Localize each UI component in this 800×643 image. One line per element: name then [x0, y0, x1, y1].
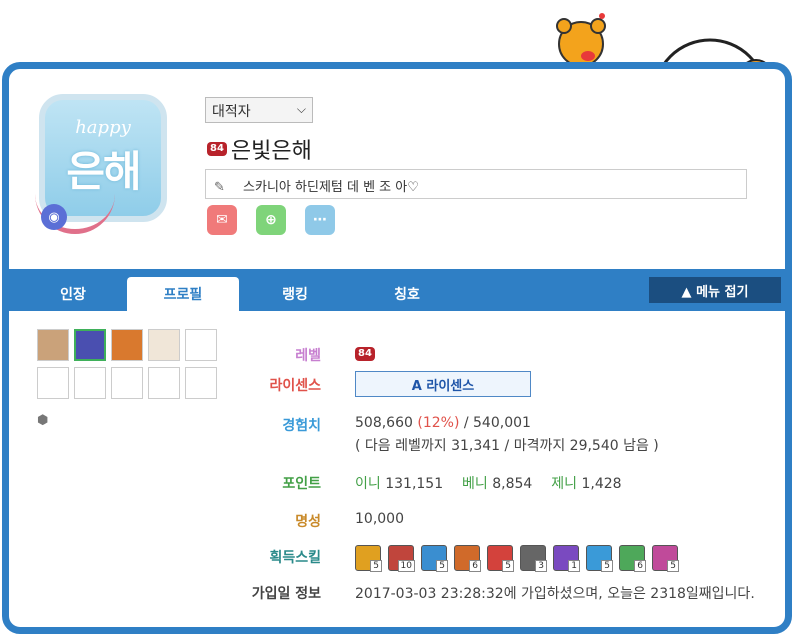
- camera-icon[interactable]: ◉: [41, 204, 67, 230]
- exp-current: 508,660: [355, 415, 413, 431]
- beni-label: 베니: [462, 476, 488, 492]
- join-value: 2017-03-03 23:28:32에 가입하셨으며, 오늘은 2318일째입…: [355, 586, 755, 602]
- status-message-text: 스카니아 하딘제텀 데 벤 조 아♡: [243, 180, 419, 195]
- menu-fold-button[interactable]: ▲ 메뉴 접기: [649, 277, 781, 303]
- item-slot[interactable]: [74, 367, 106, 399]
- item-slot[interactable]: [37, 367, 69, 399]
- skill-level: 10: [397, 560, 415, 572]
- skill-icon[interactable]: 5: [421, 545, 448, 572]
- fame-value: 10,000: [355, 511, 404, 527]
- level-value-badge: 84: [355, 347, 375, 361]
- skill-icon[interactable]: 10: [388, 545, 415, 572]
- skill-level: 5: [370, 560, 382, 572]
- skill-level: 5: [667, 560, 679, 572]
- skill-icon[interactable]: 5: [586, 545, 613, 572]
- exp-detail: ( 다음 레벨까지 31,341 / 마격까지 29,540 남음 ): [355, 438, 659, 454]
- skill-icon[interactable]: 5: [355, 545, 382, 572]
- jeni-label: 제니: [551, 476, 578, 492]
- point-label: 포인트: [282, 476, 321, 492]
- nickname-row: 84 은빛은해: [207, 133, 312, 165]
- ini-label: 이니: [355, 476, 381, 492]
- skill-icon[interactable]: 1: [553, 545, 580, 572]
- tab-bar: 인장 프로필 랭킹 칭호 ▲ 메뉴 접기: [9, 269, 785, 311]
- skill-icon[interactable]: 5: [487, 545, 514, 572]
- nickname: 은빛은해: [230, 139, 312, 164]
- skill-icon[interactable]: 6: [454, 545, 481, 572]
- join-label: 가입일 정보: [251, 586, 321, 602]
- skill-level: 5: [601, 560, 613, 572]
- item-slot[interactable]: [111, 329, 143, 361]
- avatar-happy-text: happy: [75, 117, 131, 138]
- item-slot[interactable]: [185, 367, 217, 399]
- skill-icon[interactable]: 6: [619, 545, 646, 572]
- exp-total: / 540,001: [463, 415, 531, 431]
- status-message-field[interactable]: ✎ 스카니아 하딘제텀 데 벤 조 아♡: [205, 169, 747, 199]
- job-select-value: 대적자: [212, 104, 251, 120]
- job-select[interactable]: 대적자 ⌵: [205, 97, 313, 123]
- level-label: 레벨: [295, 348, 321, 364]
- skill-icon[interactable]: 3: [520, 545, 547, 572]
- cube-icon[interactable]: ⬢: [37, 413, 48, 428]
- beni-value: 8,854: [492, 476, 533, 492]
- exp-label: 경험치: [282, 418, 321, 434]
- item-slot[interactable]: [37, 329, 69, 361]
- skill-level: 5: [436, 560, 448, 572]
- tab-seal[interactable]: 인장: [17, 277, 129, 311]
- ini-value: 131,151: [385, 476, 444, 492]
- skill-level: 6: [469, 560, 481, 572]
- skill-level: 5: [502, 560, 514, 572]
- add-friend-button[interactable]: ⊕: [256, 205, 286, 235]
- tab-title[interactable]: 칭호: [351, 277, 463, 311]
- license-button[interactable]: A 라이센스: [355, 371, 531, 397]
- chevron-down-icon: ⌵: [296, 102, 306, 116]
- license-label: 라이센스: [269, 378, 321, 394]
- profile-card: happy 은해 ◉ 대적자 ⌵ 84 은빛은해 ✎ 스카니아 하딘제텀 데 벤…: [2, 62, 792, 634]
- item-slot[interactable]: [111, 367, 143, 399]
- exp-value: 508,660 (12%) / 540,001: [355, 415, 531, 431]
- tab-ranking[interactable]: 랭킹: [239, 277, 351, 311]
- tab-profile[interactable]: 프로필: [127, 277, 239, 311]
- skill-level: 1: [568, 560, 580, 572]
- item-slot[interactable]: [185, 329, 217, 361]
- item-slot[interactable]: [148, 367, 180, 399]
- skill-level: 3: [535, 560, 547, 572]
- fame-label: 명성: [295, 514, 321, 530]
- pencil-icon: ✎: [214, 180, 225, 195]
- skill-icon[interactable]: 5: [652, 545, 679, 572]
- item-slot[interactable]: [148, 329, 180, 361]
- item-slot[interactable]: [74, 329, 106, 361]
- skill-label: 획득스킬: [269, 550, 321, 566]
- exp-percent: (12%): [417, 415, 460, 431]
- more-button[interactable]: ⋯: [305, 205, 335, 235]
- mail-button[interactable]: ✉: [207, 205, 237, 235]
- skill-level: 6: [634, 560, 646, 572]
- level-badge: 84: [207, 142, 227, 156]
- jeni-value: 1,428: [581, 476, 622, 492]
- point-values: 이니 131,151 베니 8,854 제니 1,428: [355, 473, 622, 493]
